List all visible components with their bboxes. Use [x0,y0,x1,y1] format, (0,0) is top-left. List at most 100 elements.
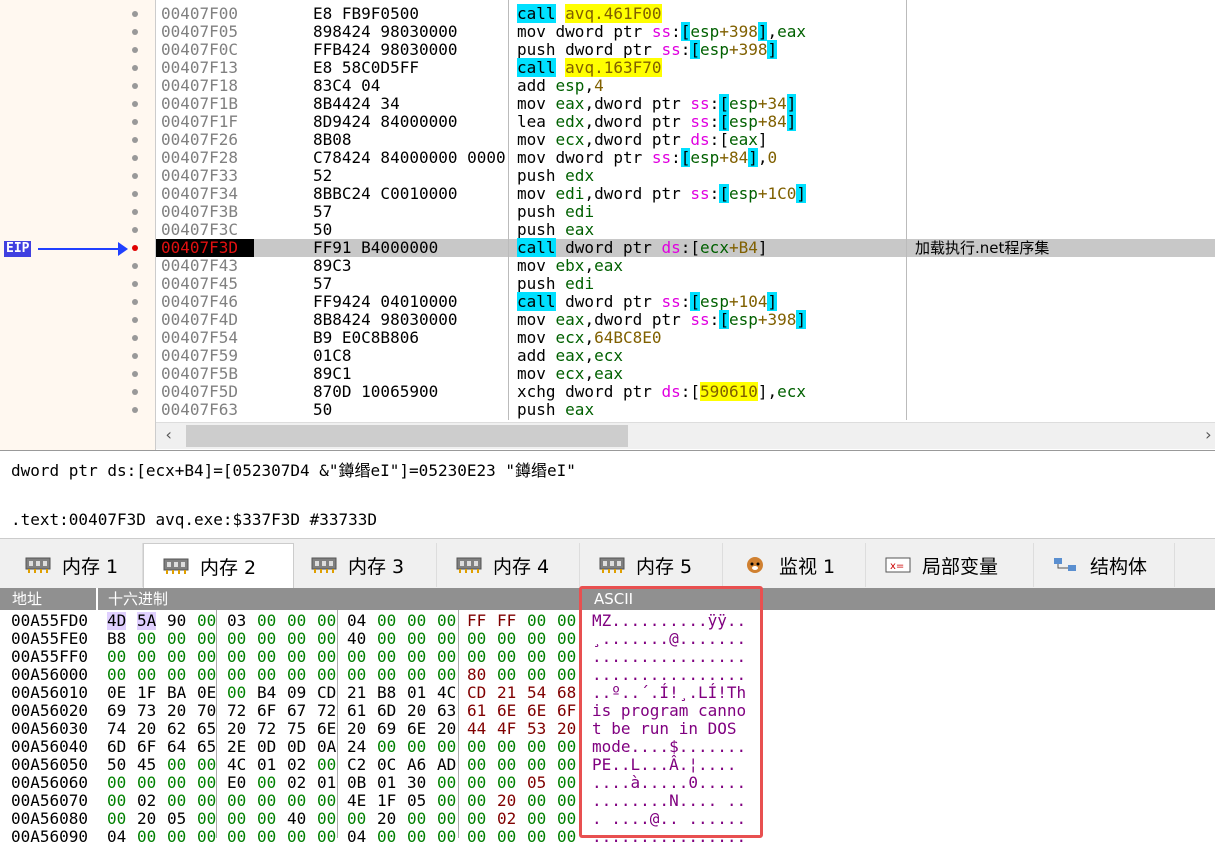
hex-byte[interactable]: 6D [107,738,126,756]
breakpoint-icon[interactable] [132,245,138,251]
tab-6[interactable]: 监视 1 [723,543,866,587]
hex-byte[interactable]: 00 [437,630,456,648]
hex-byte[interactable]: 02 [287,774,306,792]
hex-byte[interactable]: 44 [467,720,486,738]
hex-byte[interactable]: 00 [197,612,216,630]
hex-byte[interactable]: 00 [527,738,546,756]
hex-byte[interactable]: CD [467,684,486,702]
hex-byte[interactable]: 02 [137,792,156,810]
hex-byte[interactable]: 00 [227,792,246,810]
hex-byte[interactable]: 00 [287,666,306,684]
breakpoint-dot-icon[interactable] [132,407,138,413]
hex-byte[interactable]: 00 [167,756,186,774]
hex-byte[interactable]: 01 [407,684,426,702]
hex-byte[interactable]: 20 [347,720,366,738]
hex-byte[interactable]: 00 [197,810,216,828]
hex-byte[interactable]: 00 [347,810,366,828]
tab-8[interactable]: 结构体 [1034,543,1175,587]
hex-byte[interactable]: 70 [197,702,216,720]
breakpoint-dot-icon[interactable] [132,29,138,35]
breakpoint-dot-icon[interactable] [132,11,138,17]
disasm-row[interactable]: 00407F26 8B08 mov ecx,dword ptr ds:[eax] [156,131,1215,149]
breakpoint-dot-icon[interactable] [132,353,138,359]
hex-byte[interactable]: 4F [497,720,516,738]
hex-byte[interactable]: 00 [407,648,426,666]
scroll-left-icon[interactable]: ‹ [164,425,174,444]
hex-byte[interactable]: 00 [167,648,186,666]
disasm-row[interactable]: 00407F33 52 push edx [156,167,1215,185]
hex-byte[interactable]: 00 [497,738,516,756]
hex-byte[interactable]: 80 [467,666,486,684]
hex-byte[interactable]: 00 [527,612,546,630]
hex-byte[interactable]: 00 [527,756,546,774]
hex-byte[interactable]: 74 [107,720,126,738]
hex-byte[interactable]: 00 [287,612,306,630]
breakpoint-dot-icon[interactable] [132,281,138,287]
hex-byte[interactable]: 0B [347,774,366,792]
hex-byte[interactable]: 4D [107,612,127,630]
hex-byte[interactable]: 00 [497,774,516,792]
hex-byte[interactable]: 00 [317,648,336,666]
hex-byte[interactable]: 0D [287,738,306,756]
hex-byte[interactable]: 00 [257,666,276,684]
hex-byte[interactable]: 00 [227,630,246,648]
disasm-row[interactable]: 00407F1F 8D9424 84000000 lea edx,dword ptr… [156,112,1215,131]
hex-byte[interactable]: 00 [197,792,216,810]
hex-byte[interactable]: 0E [107,684,126,702]
hex-byte[interactable]: FF [497,612,516,630]
hex-byte[interactable]: 00 [437,612,456,630]
tab-4[interactable]: 内存 4 [437,543,580,587]
hex-byte[interactable]: 20 [137,720,156,738]
hex-byte[interactable]: 00 [107,792,126,810]
hex-byte[interactable]: 40 [287,810,306,828]
hex-byte[interactable]: 00 [467,828,486,846]
hex-byte[interactable]: 00 [407,612,426,630]
hex-byte[interactable]: B8 [377,684,396,702]
hex-byte[interactable]: 40 [347,630,366,648]
hex-byte[interactable]: 00 [467,810,486,828]
hex-byte[interactable]: 0E [197,684,216,702]
hex-byte[interactable]: B4 [257,684,276,702]
hex-byte[interactable]: 00 [107,648,126,666]
hex-byte[interactable]: C2 [347,756,366,774]
hex-byte[interactable]: 00 [497,666,516,684]
hex-byte[interactable]: BA [167,684,186,702]
scrollbar-thumb[interactable] [186,425,628,447]
hex-byte[interactable]: 00 [197,756,216,774]
hex-byte[interactable]: 00 [107,666,126,684]
hex-byte[interactable]: 69 [107,702,126,720]
hex-byte[interactable]: 61 [347,702,366,720]
hex-byte[interactable]: 00 [317,612,336,630]
hex-byte[interactable]: 00 [467,756,486,774]
hex-byte[interactable]: 00 [167,666,186,684]
hex-byte[interactable]: 00 [557,756,576,774]
breakpoint-dot-icon[interactable] [132,65,138,71]
hex-byte[interactable]: 04 [107,828,126,846]
hex-byte[interactable]: A6 [407,756,426,774]
hex-byte[interactable]: 00 [527,630,546,648]
hex-byte[interactable]: 00 [257,630,276,648]
breakpoint-dot-icon[interactable] [132,47,138,53]
hex-byte[interactable]: 20 [437,720,456,738]
hex-byte[interactable]: 00 [377,612,396,630]
hex-byte[interactable]: 20 [227,720,246,738]
hex-byte[interactable]: 20 [407,702,426,720]
hex-byte[interactable]: 00 [377,828,396,846]
hex-byte[interactable]: 00 [407,810,426,828]
hex-byte[interactable]: 00 [377,648,396,666]
hex-byte[interactable]: 02 [287,756,306,774]
hex-byte[interactable]: 05 [527,774,546,792]
hex-byte[interactable]: 02 [497,810,516,828]
hex-byte[interactable]: 00 [467,792,486,810]
hex-byte[interactable]: 05 [407,792,426,810]
disasm-row[interactable]: 00407F46 FF9424 04010000 call dword ptr ss… [156,292,1215,311]
hex-byte[interactable]: 01 [377,774,396,792]
disasm-row[interactable]: 00407F28 C78424 84000000 0000 mov dword pt… [156,148,1215,167]
tab-2[interactable]: 内存 2 [143,543,294,588]
hex-byte[interactable]: 53 [527,720,546,738]
disasm-row[interactable]: 00407F34 8BBC24 C0010000 mov edi,dword ptr… [156,184,1215,203]
breakpoint-dot-icon[interactable] [132,335,138,341]
hex-byte[interactable]: 30 [407,774,426,792]
hex-byte[interactable]: 00 [197,648,216,666]
hex-byte[interactable]: 00 [497,756,516,774]
